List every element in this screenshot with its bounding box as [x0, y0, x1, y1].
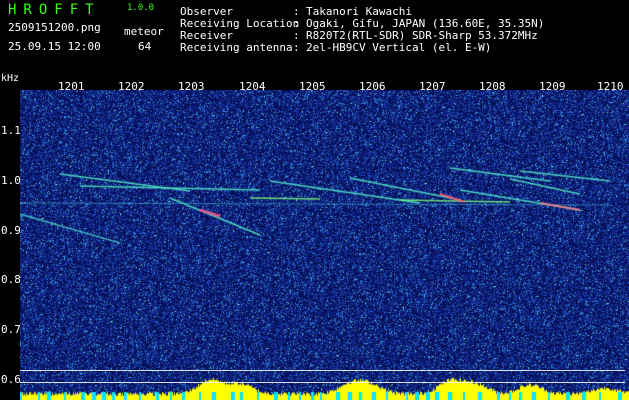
location-sep: :: [293, 17, 300, 30]
receiver-label: Receiver: [180, 29, 233, 42]
spectrogram: [20, 90, 629, 400]
file-name: 2509151200.png: [8, 21, 101, 34]
app-version: 1.0.0: [127, 3, 155, 13]
datetime: 25.09.15 12:00: [8, 40, 101, 53]
y-unit-label: kHz: [1, 73, 20, 84]
y-tick-label: 1.0: [1, 174, 21, 187]
antenna-value: 2el-HB9CV Vertical (el. E-W): [306, 41, 492, 54]
observer-sep: :: [293, 5, 300, 18]
antenna-label: Receiving antenna: [180, 41, 293, 54]
observer-value: Takanori Kawachi: [306, 5, 412, 18]
location-label: Receiving Location: [180, 17, 300, 30]
y-tick-label: 0.9: [1, 224, 21, 237]
y-tick-label: 0.8: [1, 273, 21, 286]
y-tick-label: 0.7: [1, 323, 21, 336]
antenna-sep: :: [293, 41, 300, 54]
location-value: Ogaki, Gifu, JAPAN (136.60E, 35.35N): [306, 17, 545, 30]
receiver-value: R820T2(RTL-SDR) SDR-Sharp 53.372MHz: [306, 29, 538, 42]
receiver-sep: :: [293, 29, 300, 42]
y-tick-label: 0.6: [1, 373, 21, 386]
baseline-upper: [20, 370, 625, 371]
y-tick-label: 1.1: [1, 124, 21, 137]
observer-label: Observer: [180, 5, 233, 18]
detection-type: meteor: [124, 25, 164, 38]
app-logo: HROFFT: [8, 2, 101, 18]
detection-count: 64: [138, 40, 152, 53]
baseline-lower: [20, 382, 625, 383]
